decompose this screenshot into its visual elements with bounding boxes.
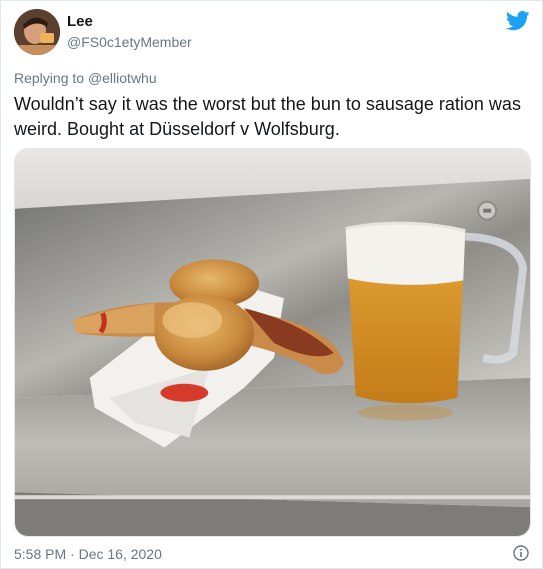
tweet-timestamp[interactable]: 5:58 PM · Dec 16, 2020 [14, 546, 162, 562]
info-icon[interactable] [513, 545, 529, 561]
avatar[interactable] [14, 9, 60, 55]
tweet-photo[interactable] [14, 148, 531, 537]
replying-to: Replying to @elliotwhu [14, 70, 157, 86]
twitter-bird-icon[interactable] [506, 11, 530, 31]
tweet-text: Wouldn’t say it was the worst but the bu… [14, 94, 521, 139]
replying-to-label: Replying to [14, 70, 85, 86]
user-handle[interactable]: @FS0c1etyMember [67, 34, 192, 50]
display-name[interactable]: Lee [67, 13, 93, 30]
reply-mention-link[interactable]: @elliotwhu [88, 70, 157, 86]
tweet-card: Lee @FS0c1etyMember Replying to @elliotw… [0, 0, 543, 569]
